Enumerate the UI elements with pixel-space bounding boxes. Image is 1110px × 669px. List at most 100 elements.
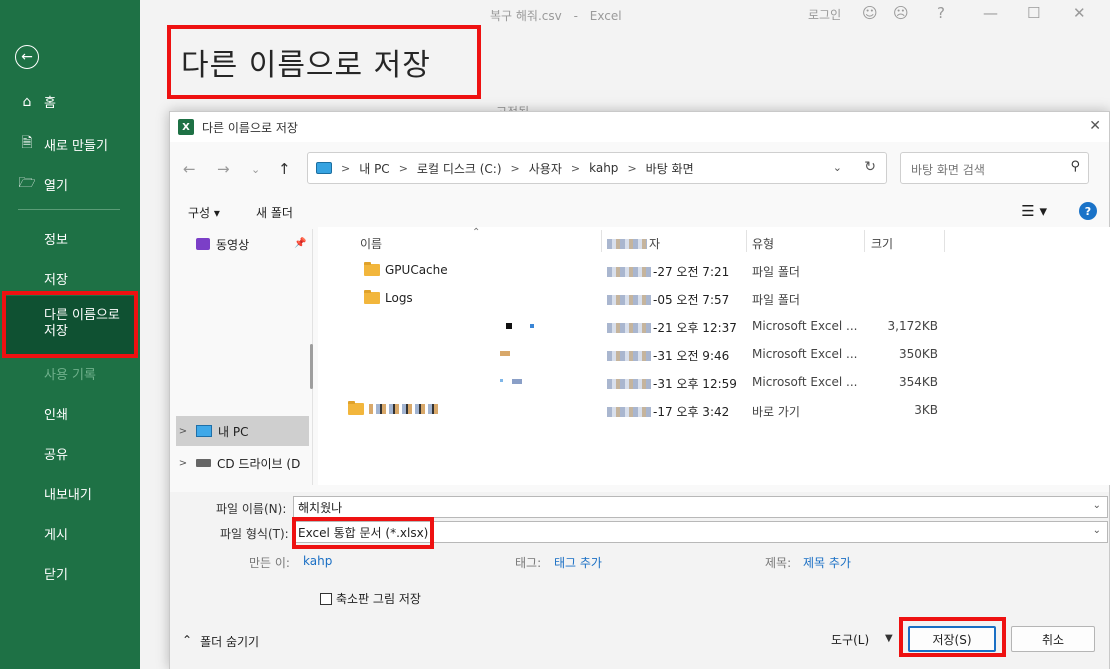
backstage-item-new[interactable]: 🗎 새로 만들기 (18, 132, 108, 156)
close-icon[interactable]: ✕ (1073, 4, 1086, 22)
chevron-down-icon[interactable]: ▼ (885, 633, 893, 644)
backstage-item-save[interactable]: 저장 (44, 269, 68, 288)
nav-item-label: CD 드라이브 (D (217, 456, 301, 471)
chevron-right-icon[interactable]: > (399, 162, 408, 175)
breadcrumb-item[interactable]: 내 PC (359, 160, 389, 177)
file-row[interactable]: -31 오전 9:46 Microsoft Excel ... 350KB (318, 341, 1110, 367)
file-row[interactable]: -21 오후 12:37 Microsoft Excel ... 3,172KB (318, 313, 1110, 339)
window-title-file: 복구 해줘.csv (490, 9, 562, 23)
backstage-item-print[interactable]: 인쇄 (44, 404, 68, 423)
add-tag-link[interactable]: 태그 추가 (554, 554, 602, 571)
pin-icon[interactable]: 📌 (294, 238, 306, 249)
help-icon[interactable]: ? (1079, 202, 1097, 220)
column-header-type[interactable]: 유형 (752, 235, 774, 252)
up-arrow-icon[interactable]: ↑ (278, 160, 291, 178)
backstage-item-home[interactable]: ⌂ 홈 (18, 92, 56, 112)
checkbox-box[interactable] (320, 592, 332, 605)
video-icon (196, 238, 210, 250)
backstage-item-open[interactable]: 🗁 열기 (18, 172, 68, 196)
dialog-bottom-panel: 파일 이름(N): 해치웠나 ⌄ 파일 형식(T): Excel 통합 문서 (… (170, 492, 1109, 669)
expand-chevron-icon[interactable]: > (176, 426, 190, 437)
column-header-date[interactable]: 자 (607, 235, 660, 252)
author-label: 만든 이: (249, 556, 290, 570)
file-date: -05 오전 7:57 (653, 293, 730, 307)
breadcrumb-item[interactable]: kahp (589, 161, 618, 175)
new-folder-button[interactable]: 새 폴더 (256, 204, 293, 221)
breadcrumb-item[interactable]: 로컬 디스크 (C:) (417, 160, 502, 177)
backstage-item-info[interactable]: 정보 (44, 229, 68, 248)
backstage-item-close[interactable]: 닫기 (44, 564, 68, 583)
cancel-button[interactable]: 취소 (1011, 626, 1095, 652)
filename-input[interactable]: 해치웠나 ⌄ (293, 496, 1108, 518)
chevron-right-icon[interactable]: > (571, 162, 580, 175)
view-options-icon[interactable]: ☰ ▾ (1021, 202, 1047, 220)
file-row[interactable]: GPUCache -27 오전 7:21 파일 폴더 (318, 257, 1110, 283)
save-thumbnail-checkbox[interactable]: 축소판 그림 저장 (320, 590, 421, 607)
chevron-right-icon[interactable]: > (627, 162, 636, 175)
column-header-size[interactable]: 크기 (871, 235, 893, 252)
file-row[interactable]: -17 오후 3:42 바로 가기 3KB (318, 397, 1110, 423)
backstage-pane: ← ⌂ 홈 🗎 새로 만들기 🗁 열기 정보 저장 다른 이름으로 저장 사용 … (0, 0, 140, 669)
tools-button[interactable]: 도구(L) (831, 631, 869, 648)
shortcut-folder-icon (348, 401, 364, 415)
nav-item-cd-drive[interactable]: > CD 드라이브 (D (176, 448, 309, 478)
sort-ascending-icon: ⌃ (472, 227, 481, 238)
chevron-down-icon[interactable]: ⌄ (1093, 525, 1101, 536)
title-label: 제목: (765, 556, 792, 570)
filename-label: 파일 이름(N): (216, 502, 287, 516)
file-row[interactable]: -31 오후 12:59 Microsoft Excel ... 354KB (318, 369, 1110, 395)
back-icon[interactable]: ← (183, 160, 196, 178)
file-name: Logs (385, 291, 413, 305)
recent-locations-chevron-icon[interactable]: ⌄ (251, 163, 260, 176)
page-title: 다른 이름으로 저장 (181, 48, 431, 83)
file-type: 파일 폴더 (752, 265, 800, 279)
file-size: 3,172KB (887, 319, 938, 333)
save-button[interactable]: 저장(S) (908, 626, 996, 652)
backstage-item-save-as[interactable]: 다른 이름으로 저장 (44, 308, 128, 340)
search-input[interactable]: 바탕 화면 검색 ⚲ (900, 152, 1089, 184)
file-row[interactable]: Logs -05 오전 7:57 파일 폴더 (318, 285, 1110, 311)
nav-item-this-pc[interactable]: > 내 PC (176, 416, 309, 446)
back-arrow-icon[interactable]: ← (15, 45, 39, 69)
backstage-item-publish[interactable]: 게시 (44, 524, 68, 543)
backstage-item-share[interactable]: 공유 (44, 444, 68, 463)
file-date: -31 오전 9:46 (653, 349, 730, 363)
address-bar[interactable]: > 내 PC > 로컬 디스크 (C:) > 사용자 > kahp > 바탕 화… (307, 152, 887, 184)
file-list[interactable]: ⌃ 이름 자 유형 크기 GPUCache -27 오전 7:21 파일 폴더 … (318, 227, 1110, 485)
add-title-link[interactable]: 제목 추가 (803, 554, 851, 571)
search-placeholder: 바탕 화면 검색 (911, 163, 985, 177)
filetype-select[interactable]: Excel 통합 문서 (*.xlsx) ⌄ (293, 521, 1108, 543)
login-link[interactable]: 로그인 (808, 6, 841, 23)
breadcrumb-item[interactable]: 사용자 (529, 160, 562, 177)
tags-label: 태그: (515, 556, 542, 570)
breadcrumb-item[interactable]: 바탕 화면 (646, 160, 694, 177)
chevron-right-icon[interactable]: > (341, 162, 350, 175)
navigation-pane[interactable]: 동영상 📌 > 내 PC > CD 드라이브 (D (176, 229, 313, 485)
chevron-down-icon[interactable]: ⌄ (1093, 500, 1101, 511)
address-dropdown-icon[interactable]: ⌄ (833, 161, 842, 174)
author-value[interactable]: kahp (303, 554, 332, 568)
hide-folders-button[interactable]: ⌃ 폴더 숨기기 (182, 633, 259, 650)
organize-menu-button[interactable]: 구성 ▾ (188, 204, 220, 221)
smile-icon[interactable]: ☺ (862, 4, 878, 22)
forward-icon[interactable]: → (217, 160, 230, 178)
help-icon[interactable]: ? (937, 4, 945, 22)
refresh-icon[interactable]: ↻ (864, 159, 876, 175)
maximize-icon[interactable]: ☐ (1027, 4, 1040, 22)
file-name: GPUCache (385, 263, 448, 277)
expand-chevron-icon[interactable]: > (176, 458, 190, 469)
file-type: 바로 가기 (752, 405, 800, 419)
filetype-label: 파일 형식(T): (220, 527, 289, 541)
minimize-icon[interactable]: — (983, 4, 998, 22)
column-header-name[interactable]: 이름 (360, 235, 382, 252)
chevron-right-icon[interactable]: > (511, 162, 520, 175)
nav-pane-scrollbar[interactable] (310, 344, 313, 389)
nav-item-videos[interactable]: 동영상 📌 (176, 229, 309, 259)
chevron-up-icon: ⌃ (182, 633, 193, 647)
backstage-item-label: 열기 (44, 178, 68, 194)
frown-icon[interactable]: ☹ (893, 4, 909, 22)
dialog-close-icon[interactable]: ✕ (1089, 118, 1101, 134)
backstage-item-label: 홈 (44, 96, 56, 111)
backstage-item-export[interactable]: 내보내기 (44, 484, 92, 503)
checkbox-label: 축소판 그림 저장 (336, 592, 421, 606)
